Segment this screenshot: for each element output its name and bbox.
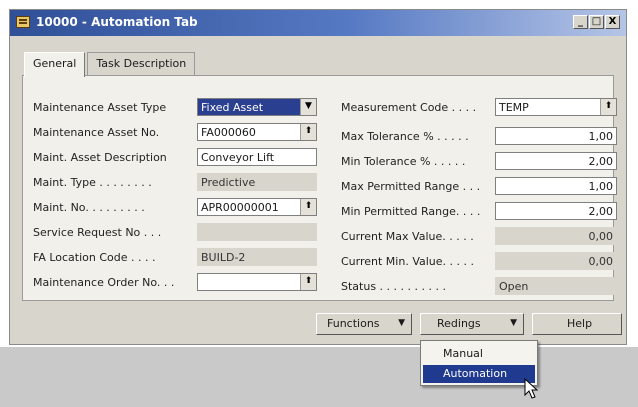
field-row-maint-asset-description: Maint. Asset Description Conveyor Lift bbox=[33, 148, 323, 168]
field-row-maintenance-order-no: Maintenance Order No. . . bbox=[33, 273, 323, 293]
restore-button[interactable]: □ bbox=[589, 15, 604, 29]
field-label: Current Min. Value. . . . . bbox=[341, 255, 474, 268]
readings-button-label: Redings bbox=[437, 317, 481, 330]
window-title: 10000 - Automation Tab bbox=[36, 15, 198, 29]
field-row-min-tolerance: Min Tolerance % . . . . . 2,00 bbox=[341, 152, 617, 172]
field-row-max-tolerance: Max Tolerance % . . . . . 1,00 bbox=[341, 127, 617, 147]
maintenance-order-no-field[interactable] bbox=[197, 273, 317, 291]
chevron-down-icon: ▼ bbox=[510, 318, 517, 328]
field-label: Max Permitted Range . . . bbox=[341, 180, 481, 193]
form-icon bbox=[16, 16, 30, 28]
field-label: Maintenance Order No. . . bbox=[33, 276, 175, 289]
field-label: Maint. Type . . . . . . . . bbox=[33, 176, 152, 189]
field-row-fa-location-code: FA Location Code . . . . BUILD-2 bbox=[33, 248, 323, 268]
field-label: Maintenance Asset No. bbox=[33, 126, 160, 139]
maintenance-asset-no-field[interactable]: FA000060 bbox=[197, 123, 317, 141]
tab-strip: General Task Description bbox=[24, 52, 197, 77]
field-row-max-permitted-range: Max Permitted Range . . . 1,00 bbox=[341, 177, 617, 197]
menu-item-automation[interactable]: Automation bbox=[423, 365, 535, 383]
field-label: FA Location Code . . . . bbox=[33, 251, 156, 264]
maint-type-field: Predictive bbox=[197, 173, 317, 191]
field-row-maintenance-asset-no: Maintenance Asset No. FA000060 bbox=[33, 123, 323, 143]
lookup-icon[interactable] bbox=[600, 99, 616, 115]
readings-button[interactable]: Redings ▼ bbox=[420, 313, 524, 335]
field-row-service-request-no: Service Request No . . . bbox=[33, 223, 323, 243]
readings-dropdown-menu: Manual Automation bbox=[420, 340, 538, 386]
desktop-background bbox=[0, 347, 638, 407]
field-label: Status . . . . . . . . . . bbox=[341, 280, 446, 293]
field-label: Measurement Code . . . . bbox=[341, 101, 477, 114]
chevron-down-icon[interactable] bbox=[300, 99, 316, 115]
field-label: Min Tolerance % . . . . . bbox=[341, 155, 466, 168]
lookup-icon[interactable] bbox=[300, 274, 316, 290]
field-row-measurement-code: Measurement Code . . . . TEMP bbox=[341, 98, 617, 118]
field-value: Fixed Asset bbox=[201, 101, 264, 114]
title-bar[interactable]: 10000 - Automation Tab _ □ X bbox=[10, 10, 626, 36]
maint-asset-description-field[interactable]: Conveyor Lift bbox=[197, 148, 317, 166]
field-row-maint-type: Maint. Type . . . . . . . . Predictive bbox=[33, 173, 323, 193]
field-value: APR00000001 bbox=[201, 201, 279, 214]
field-row-current-max-value: Current Max Value. . . . . 0,00 bbox=[341, 227, 617, 247]
minimize-button[interactable]: _ bbox=[573, 15, 588, 29]
field-value: TEMP bbox=[499, 101, 529, 114]
service-request-no-field bbox=[197, 223, 317, 241]
field-label: Max Tolerance % . . . . . bbox=[341, 130, 469, 143]
help-button[interactable]: Help bbox=[532, 313, 622, 335]
lookup-icon[interactable] bbox=[300, 124, 316, 140]
maint-no-field[interactable]: APR00000001 bbox=[197, 198, 317, 216]
max-tolerance-field[interactable]: 1,00 bbox=[495, 127, 617, 145]
field-row-maintenance-asset-type: Maintenance Asset Type Fixed Asset bbox=[33, 98, 323, 118]
field-label: Maint. No. . . . . . . . . bbox=[33, 201, 145, 214]
field-label: Min Permitted Range. . . . bbox=[341, 205, 481, 218]
field-row-maint-no: Maint. No. . . . . . . . . APR00000001 bbox=[33, 198, 323, 218]
lookup-icon[interactable] bbox=[300, 199, 316, 215]
mouse-pointer-icon bbox=[524, 378, 539, 399]
field-label: Maintenance Asset Type bbox=[33, 101, 167, 114]
field-row-min-permitted-range: Min Permitted Range. . . . 2,00 bbox=[341, 202, 617, 222]
maintenance-asset-type-select[interactable]: Fixed Asset bbox=[197, 98, 317, 116]
status-field: Open bbox=[495, 277, 617, 295]
tab-task-description[interactable]: Task Description bbox=[87, 52, 196, 76]
field-label: Current Max Value. . . . . bbox=[341, 230, 474, 243]
current-max-value-field: 0,00 bbox=[495, 227, 617, 245]
field-label: Maint. Asset Description bbox=[33, 151, 167, 164]
menu-item-manual[interactable]: Manual bbox=[423, 345, 535, 363]
measurement-code-field[interactable]: TEMP bbox=[495, 98, 617, 116]
min-permitted-range-field[interactable]: 2,00 bbox=[495, 202, 617, 220]
functions-button[interactable]: Functions ▼ bbox=[316, 313, 412, 335]
current-min-value-field: 0,00 bbox=[495, 252, 617, 270]
field-row-current-min-value: Current Min. Value. . . . . 0,00 bbox=[341, 252, 617, 272]
min-tolerance-field[interactable]: 2,00 bbox=[495, 152, 617, 170]
automation-tab-window: 10000 - Automation Tab _ □ X General Tas… bbox=[9, 9, 627, 345]
max-permitted-range-field[interactable]: 1,00 bbox=[495, 177, 617, 195]
field-label: Service Request No . . . bbox=[33, 226, 162, 239]
chevron-down-icon: ▼ bbox=[398, 318, 405, 328]
button-bar: Functions ▼ Redings ▼ Help bbox=[10, 310, 626, 338]
field-row-status: Status . . . . . . . . . . Open bbox=[341, 277, 617, 297]
tab-general[interactable]: General bbox=[24, 52, 86, 77]
functions-button-label: Functions bbox=[327, 317, 380, 330]
fa-location-code-field: BUILD-2 bbox=[197, 248, 317, 266]
window-controls: _ □ X bbox=[573, 15, 620, 29]
general-tab-panel: Maintenance Asset Type Fixed Asset Maint… bbox=[22, 75, 617, 301]
close-button[interactable]: X bbox=[605, 15, 620, 29]
field-value: FA000060 bbox=[201, 126, 256, 139]
